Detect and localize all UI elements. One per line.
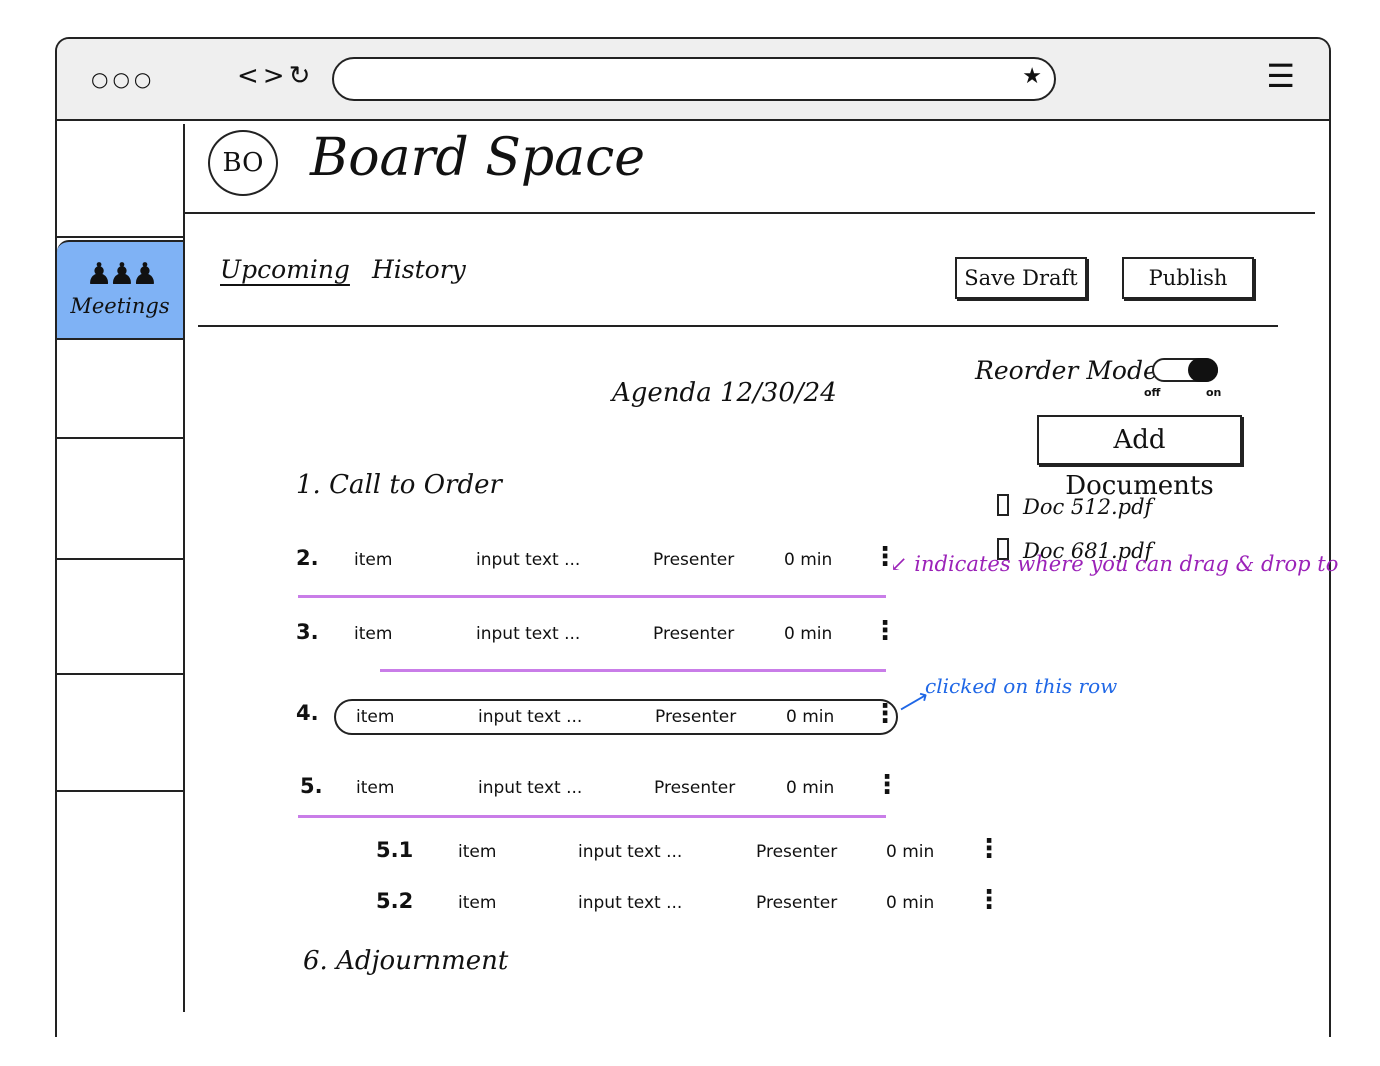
app-logo[interactable]: BO xyxy=(208,130,278,196)
row-item[interactable]: item xyxy=(354,550,392,570)
sidebar-divider-line xyxy=(57,673,183,675)
agenda-row-selected[interactable]: item input text ... Presenter 0 min ⋮ xyxy=(334,699,898,735)
agenda-row[interactable]: 5. item input text ... Presenter 0 min ⋮ xyxy=(296,770,900,808)
agenda-call-to-order: 1. Call to Order xyxy=(296,470,502,500)
window-controls-icon[interactable]: ○○○ xyxy=(91,67,155,91)
nav-arrows-icon[interactable]: <>↻ xyxy=(237,61,314,91)
row-duration[interactable]: 0 min xyxy=(886,893,934,913)
row-number: 5.1 xyxy=(376,838,414,862)
row-input-text[interactable]: input text ... xyxy=(578,893,682,913)
row-presenter[interactable]: Presenter xyxy=(653,550,734,570)
row-number: 3. xyxy=(296,620,319,644)
publish-button[interactable]: Publish xyxy=(1122,257,1254,299)
drop-indicator xyxy=(380,669,886,672)
row-input-text[interactable]: input text ... xyxy=(478,778,582,798)
bookmark-star-icon[interactable]: ★ xyxy=(1022,64,1042,89)
drag-drop-annotation: ↙ indicates where you can drag & drop to xyxy=(890,552,1339,576)
row-item[interactable]: item xyxy=(458,842,496,862)
row-presenter[interactable]: Presenter xyxy=(653,624,734,644)
row-input-text[interactable]: input text ... xyxy=(578,842,682,862)
more-options-icon[interactable]: ⋮ xyxy=(976,834,1002,864)
agenda-adjournment: 6. Adjournment xyxy=(303,946,509,976)
agenda-row[interactable]: 2. item input text ... Presenter 0 min ⋮ xyxy=(296,542,898,580)
sidebar-item-label: Meetings xyxy=(70,294,170,318)
document-link[interactable]: Doc 512.pdf xyxy=(997,494,1152,519)
more-options-icon[interactable]: ⋮ xyxy=(872,699,898,729)
tab-history[interactable]: History xyxy=(372,255,466,284)
row-duration[interactable]: 0 min xyxy=(784,550,832,570)
row-item[interactable]: item xyxy=(356,778,394,798)
more-options-icon[interactable]: ⋮ xyxy=(872,616,898,646)
drop-indicator xyxy=(298,595,886,598)
row-duration[interactable]: 0 min xyxy=(786,707,834,727)
row-input-text[interactable]: input text ... xyxy=(476,550,580,570)
app-title: Board Space xyxy=(310,128,646,188)
row-item[interactable]: item xyxy=(354,624,392,644)
tab-upcoming[interactable]: Upcoming xyxy=(220,255,350,284)
row-number-wrapper: 4. xyxy=(296,699,336,735)
more-options-icon[interactable]: ⋮ xyxy=(874,770,900,800)
agenda-title: Agenda 12/30/24 xyxy=(612,378,837,408)
drop-indicator xyxy=(298,815,886,818)
agenda-subrow[interactable]: 5.2 item input text ... Presenter 0 min … xyxy=(376,885,1002,923)
row-number: 5.2 xyxy=(376,889,414,913)
row-item[interactable]: item xyxy=(356,707,394,727)
row-number: 2. xyxy=(296,546,319,570)
header-divider xyxy=(185,212,1315,214)
reorder-mode-label: Reorder Mode xyxy=(975,356,1158,385)
agenda-subrow[interactable]: 5.1 item input text ... Presenter 0 min … xyxy=(376,834,1002,872)
tabs-divider xyxy=(198,325,1278,327)
add-documents-button[interactable]: Add Documents xyxy=(1037,415,1242,501)
sidebar-divider-line xyxy=(57,790,183,792)
row-duration[interactable]: 0 min xyxy=(786,778,834,798)
sidebar-divider-line xyxy=(57,437,183,439)
sidebar-divider-line xyxy=(57,558,183,560)
row-presenter[interactable]: Presenter xyxy=(655,707,736,727)
hamburger-menu-icon[interactable]: ☰ xyxy=(1266,57,1295,95)
more-options-icon[interactable]: ⋮ xyxy=(976,885,1002,915)
row-duration[interactable]: 0 min xyxy=(886,842,934,862)
toggle-knob xyxy=(1188,358,1218,382)
people-icon: ♟♟♟ xyxy=(85,257,159,292)
sidebar-divider xyxy=(183,124,185,1012)
save-draft-button[interactable]: Save Draft xyxy=(955,257,1087,299)
agenda-row[interactable]: 3. item input text ... Presenter 0 min ⋮ xyxy=(296,616,898,654)
document-name: Doc 512.pdf xyxy=(1023,495,1153,519)
sidebar-divider-line xyxy=(57,236,183,238)
reorder-mode-toggle[interactable] xyxy=(1152,358,1218,382)
clicked-row-annotation: clicked on this row xyxy=(925,674,1118,698)
row-presenter[interactable]: Presenter xyxy=(756,842,837,862)
row-duration[interactable]: 0 min xyxy=(784,624,832,644)
row-number: 4. xyxy=(296,701,319,725)
file-icon xyxy=(997,494,1009,516)
address-bar[interactable]: ★ xyxy=(332,57,1056,101)
browser-toolbar: ○○○ <>↻ ★ ☰ xyxy=(57,39,1329,121)
toggle-on-label: on xyxy=(1206,386,1222,399)
toggle-off-label: off xyxy=(1144,386,1161,399)
row-input-text[interactable]: input text ... xyxy=(476,624,580,644)
row-presenter[interactable]: Presenter xyxy=(654,778,735,798)
row-presenter[interactable]: Presenter xyxy=(756,893,837,913)
row-input-text[interactable]: input text ... xyxy=(478,707,582,727)
row-number: 5. xyxy=(300,774,323,798)
row-item[interactable]: item xyxy=(458,893,496,913)
sidebar-item-meetings[interactable]: ♟♟♟ Meetings xyxy=(57,240,183,340)
